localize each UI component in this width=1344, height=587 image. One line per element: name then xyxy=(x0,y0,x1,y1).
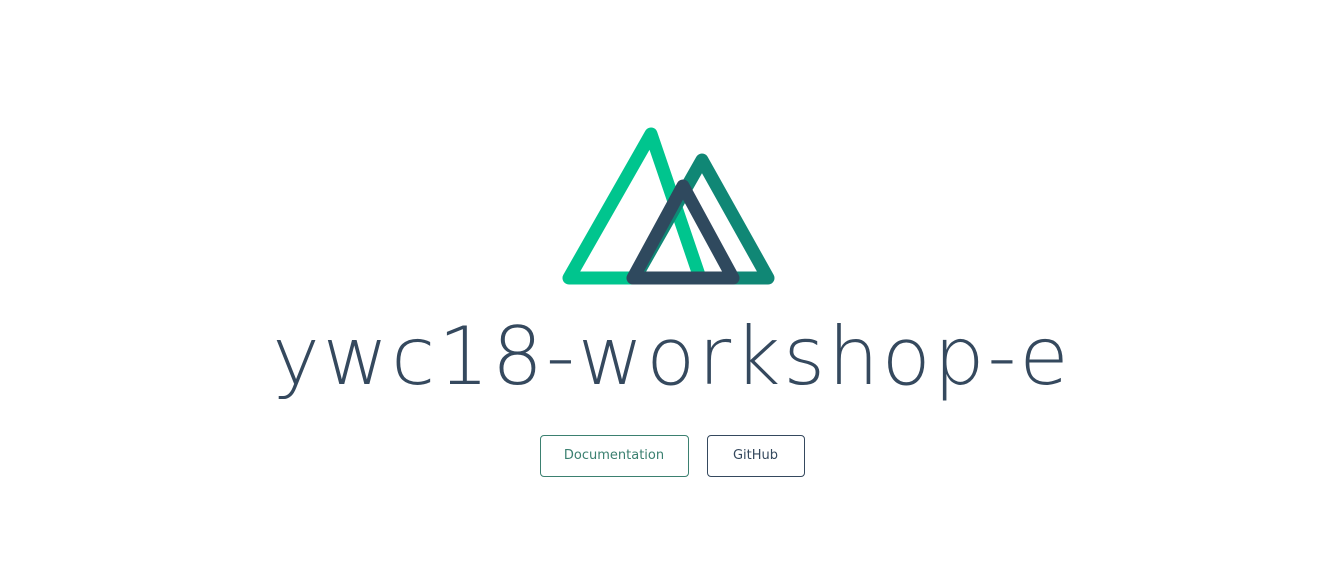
page: ywc18-workshop-e Documentation GitHub xyxy=(0,0,1344,587)
documentation-button[interactable]: Documentation xyxy=(539,435,689,477)
page-title: ywc18-workshop-e xyxy=(272,310,1072,403)
links-row: Documentation GitHub xyxy=(0,435,1344,477)
nuxt-logo-icon xyxy=(562,127,775,285)
github-button[interactable]: GitHub xyxy=(706,435,805,477)
